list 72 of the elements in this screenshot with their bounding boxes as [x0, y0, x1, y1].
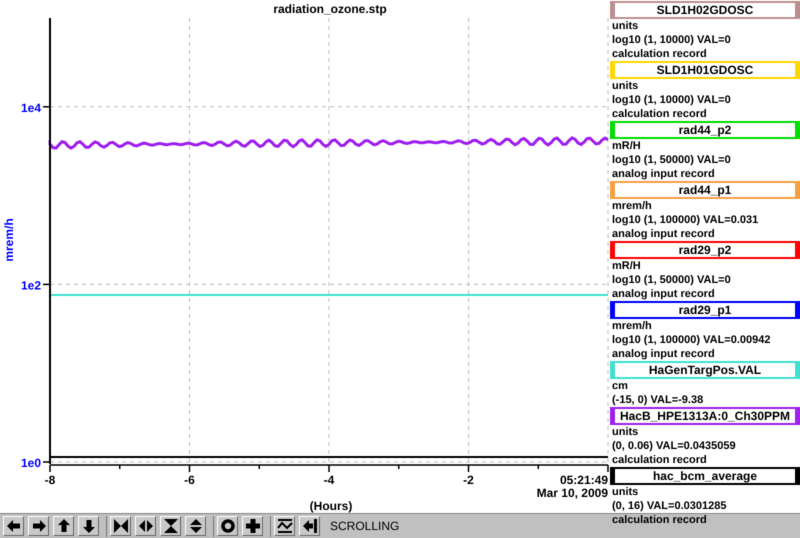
autoscale-button[interactable] [217, 516, 238, 536]
x-tick-label: -6 [184, 473, 195, 487]
scroll-down-button[interactable] [78, 516, 99, 536]
x-tick-label: -4 [324, 473, 334, 487]
mode-label: SCROLLING [330, 518, 400, 535]
scroll-up-button[interactable] [53, 516, 74, 536]
trace-name-label[interactable]: rad44_p1 [610, 181, 800, 199]
arrow-right-icon [30, 518, 46, 534]
trace-range: log10 (1, 50000) VAL=0 [611, 153, 732, 167]
add-button[interactable] [242, 516, 263, 536]
trace-record-type: analog input record [611, 227, 716, 241]
trace-record-type: analog input record [611, 287, 716, 301]
trace-record-type: analog input record [611, 167, 716, 181]
trace-range: log10 (1, 100000) VAL=0.00942 [611, 333, 772, 347]
x-axis-title: (Hours) [310, 499, 352, 513]
trace-record-type: analog input record [611, 347, 716, 361]
y-tick-label: 1e0 [20, 456, 41, 470]
trace-name-label[interactable]: HacB_HPE1313A:0_Ch30PPM [610, 407, 800, 425]
trace-record-type: calculation record [611, 453, 708, 467]
trace-record-type: calculation record [611, 47, 708, 61]
converging-triangles-icon [112, 518, 128, 534]
trace-range: log10 (1, 10000) VAL=0 [611, 33, 732, 47]
trace-units: mrem/h [611, 319, 653, 333]
trace-units: units [611, 425, 640, 439]
diverging-triangles-icon [188, 518, 204, 534]
scroll-mode-button[interactable] [299, 516, 320, 536]
trace-name-label[interactable]: rad44_p2 [610, 121, 800, 139]
trace-units: units [611, 485, 640, 499]
trace-name-label[interactable]: hac_bcm_average [610, 467, 800, 485]
trace-range: (-15, 0) VAL=-9.38 [611, 393, 704, 407]
trace-units: mR/H [611, 139, 642, 153]
y-tick-label: 1e2 [20, 278, 41, 292]
zoom-out-x-button[interactable] [135, 516, 156, 536]
y-axis-title: mrem/h [2, 218, 16, 262]
trace-name-label[interactable]: rad29_p1 [610, 301, 800, 319]
scroll-right-button[interactable] [28, 516, 49, 536]
zoom-in-y-button[interactable] [160, 516, 181, 536]
plus-icon [244, 518, 260, 534]
trace-name-label[interactable]: HaGenTargPos.VAL [610, 361, 800, 379]
scroll-left-button[interactable] [3, 516, 24, 536]
trace-units: mrem/h [611, 199, 653, 213]
arrow-to-bar-icon [302, 518, 318, 534]
y-tick-label: 1e4 [20, 100, 41, 115]
chart-title: radiation_ozone.stp [273, 2, 387, 16]
trace-record-type: calculation record [611, 513, 708, 527]
converging-triangles-icon [162, 518, 178, 534]
zoom-in-x-button[interactable] [110, 516, 131, 536]
arrow-left-icon [6, 518, 22, 534]
trace-record-type: calculation record [611, 107, 708, 121]
diverging-triangles-icon [138, 518, 154, 534]
trace-range: log10 (1, 10000) VAL=0 [611, 93, 732, 107]
zoom-out-y-button[interactable] [185, 516, 206, 536]
trace-range: log10 (1, 50000) VAL=0 [611, 273, 732, 287]
arrow-up-icon [56, 518, 72, 534]
waveform-button[interactable] [274, 516, 295, 536]
trace-range: (0, 0.06) VAL=0.0435059 [611, 439, 737, 453]
trace-units: units [611, 19, 640, 33]
trace-units: cm [611, 379, 629, 393]
timestamp-time: 05:21:49 [560, 473, 608, 487]
wave-icon [276, 518, 292, 534]
trace-name-label[interactable]: rad29_p2 [610, 241, 800, 259]
trace-units: mR/H [611, 259, 642, 273]
x-tick-label: -8 [44, 473, 56, 487]
trace-range: log10 (1, 100000) VAL=0.031 [611, 213, 760, 227]
trace-units: units [611, 79, 640, 93]
timestamp-date: Mar 10, 2009 [536, 486, 608, 500]
arrow-down-icon [80, 518, 96, 534]
trace-name-label[interactable]: SLD1H02GDOSC [610, 1, 800, 19]
ring-icon [220, 518, 236, 534]
trace-name-label[interactable]: SLD1H01GDOSC [610, 61, 800, 79]
x-tick-label: -2 [463, 473, 474, 487]
trace-range: (0, 16) VAL=0.0301285 [611, 499, 728, 513]
